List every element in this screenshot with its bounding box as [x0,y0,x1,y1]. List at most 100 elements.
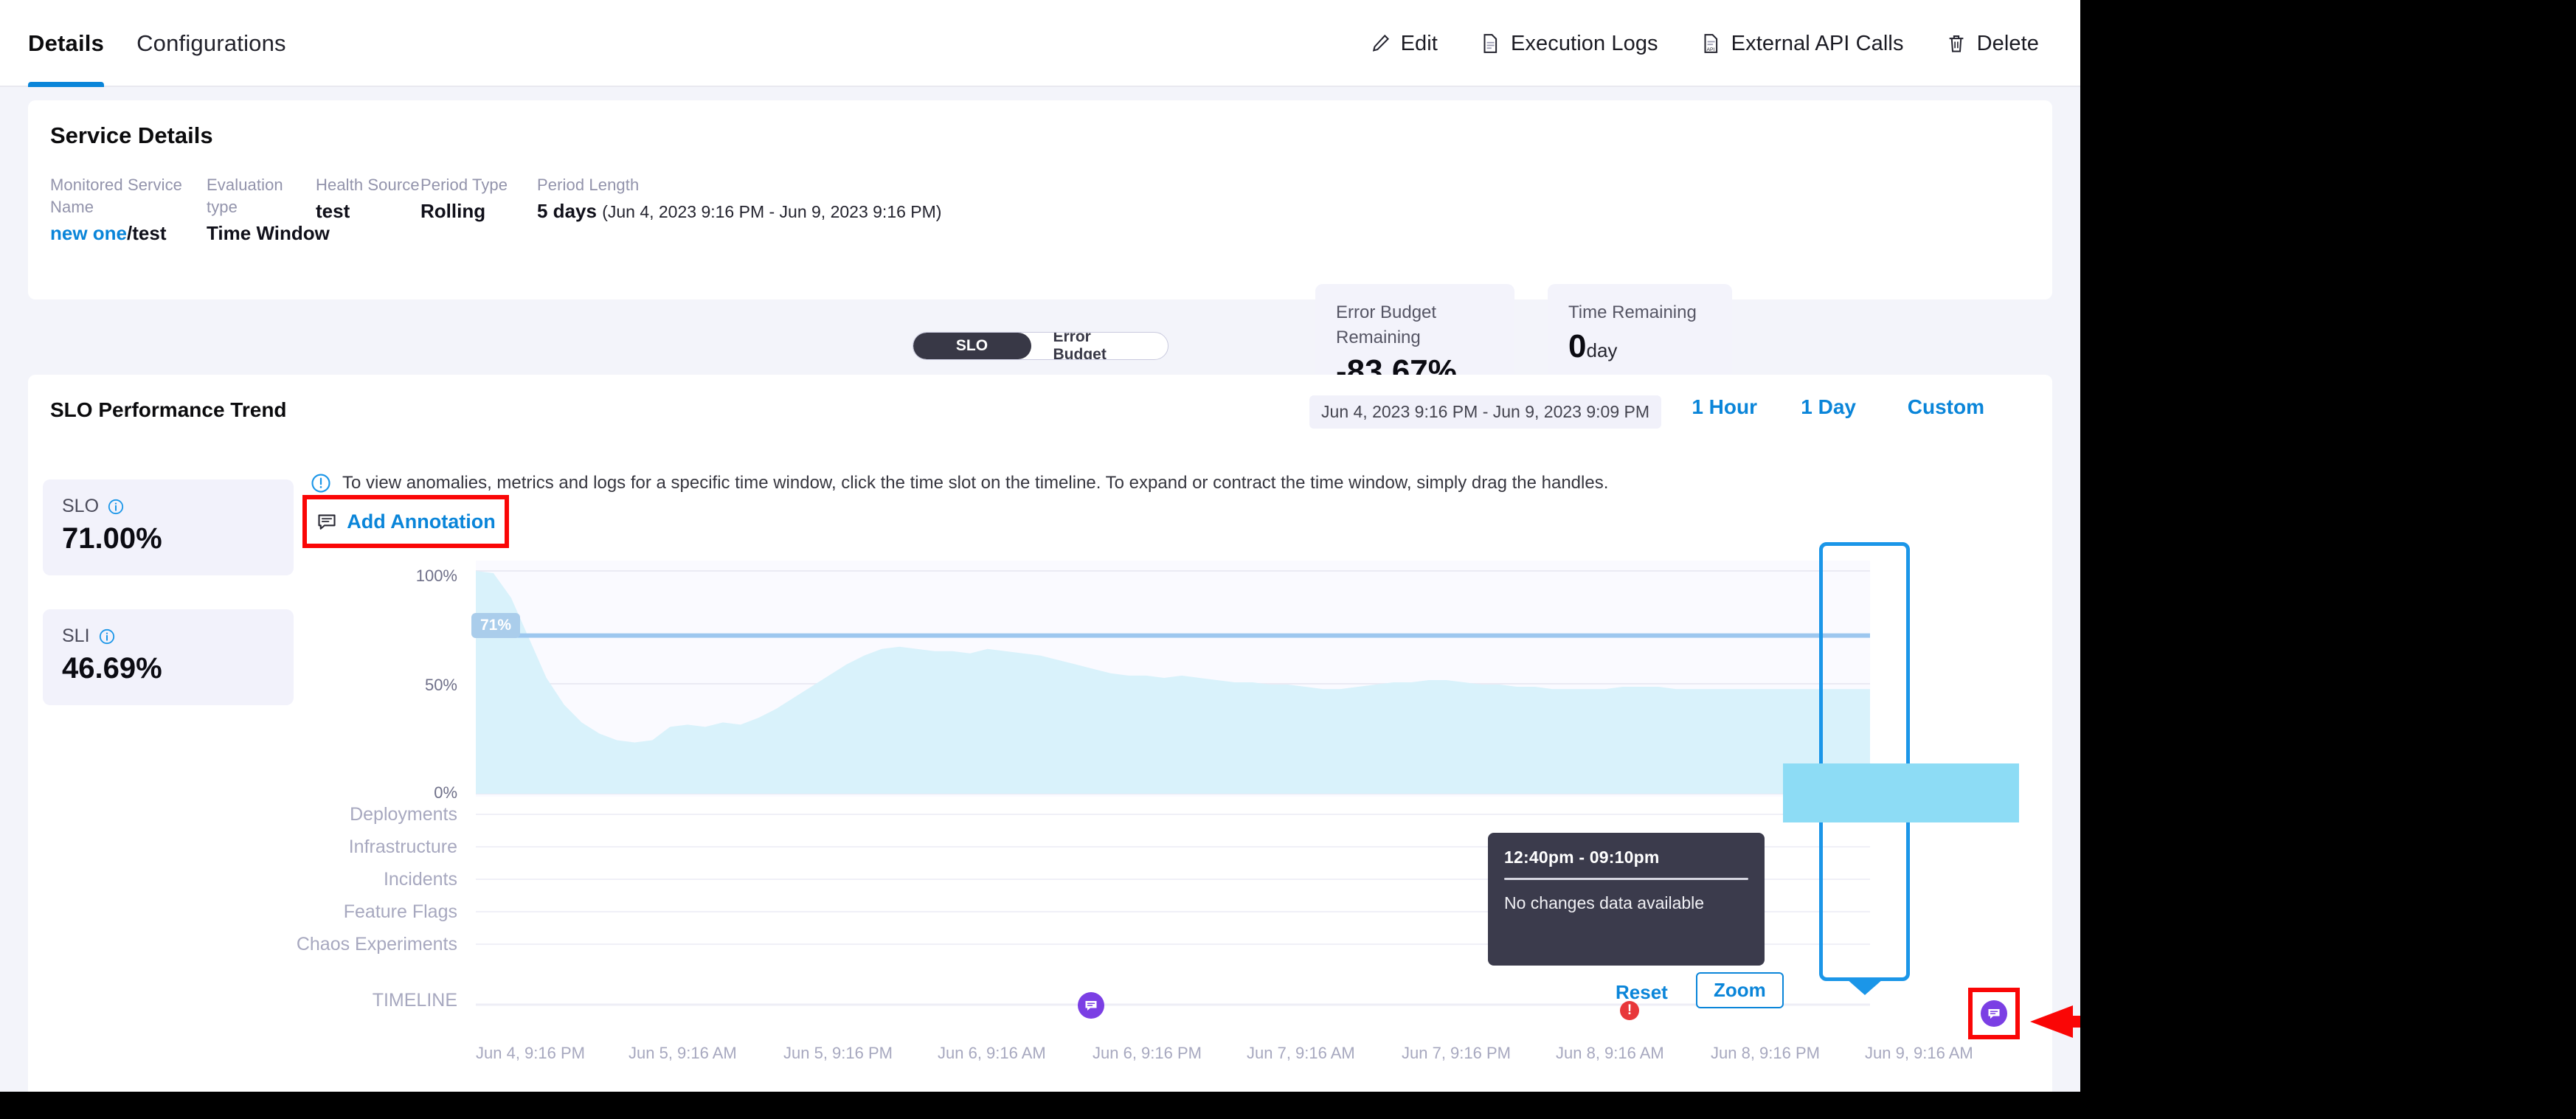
x-tick-5: Jun 7, 9:16 AM [1247,1044,1355,1063]
sli-metric-header: SLI [62,626,116,647]
field-value: Time Window [207,218,316,248]
slo-performance-area-chart[interactable] [476,561,1870,797]
pencil-icon [1369,32,1391,55]
info-icon[interactable] [98,628,116,645]
document-icon [1479,32,1501,55]
info-icon [310,472,332,494]
slo-metric-header: SLO [62,496,125,517]
svg-text:API: API [1706,47,1714,52]
tooltip-time-range: 12:40pm - 09:10pm [1504,848,1748,867]
period-length-value: 5 days [537,200,597,222]
field-label: Evaluation type [207,174,316,218]
x-tick-9: Jun 9, 9:16 AM [1865,1044,1973,1063]
toggle-option-error-budget[interactable]: Error Budget [1031,333,1168,359]
edit-button-label: Edit [1401,32,1438,56]
annotation-marker-right[interactable] [1981,1000,2007,1027]
service-details-card: Service Details Monitored Service Name n… [28,100,2052,299]
time-range-display[interactable]: Jun 4, 2023 9:16 PM - Jun 9, 2023 9:09 P… [1309,395,1661,429]
comment-icon [1985,1005,2003,1022]
row-label-infrastructure[interactable]: Infrastructure [349,836,457,858]
add-annotation-label: Add Annotation [347,510,495,533]
y-tick-0: 0% [398,783,457,803]
sli-metric-label: SLI [62,626,90,647]
field-label: Period Length [537,174,941,196]
incident-marker-label: ! [1627,1002,1632,1019]
trend-title: SLO Performance Trend [50,398,287,422]
field-label: Period Type [420,174,537,196]
tooltip-divider [1504,878,1748,880]
y-tick-100: 100% [398,567,457,586]
slo-threshold-badge-label: 71% [480,617,511,634]
time-window-brush-selection[interactable] [1819,542,1910,981]
timeline-hint-text: To view anomalies, metrics and logs for … [342,473,1608,493]
brush-pointer-triangle [1846,979,1883,995]
service-details-fields: Monitored Service Name new one/test Eval… [50,174,941,248]
timeline-hint: To view anomalies, metrics and logs for … [310,472,1608,494]
field-health-source: Health Source test [316,174,420,248]
x-tick-4: Jun 6, 9:16 PM [1093,1044,1202,1063]
x-tick-1: Jun 5, 9:16 AM [629,1044,737,1063]
range-button-1-hour[interactable]: 1 Hour [1692,395,1757,419]
toggle-option-error-budget-label: Error Budget [1053,332,1146,360]
slo-error-budget-toggle: SLO Error Budget [913,332,1168,360]
field-evaluation-type: Evaluation type Time Window [207,174,316,248]
row-label-deployments[interactable]: Deployments [350,804,457,825]
red-pointer-arrow [2029,1000,2080,1044]
reset-button[interactable]: Reset [1616,981,1668,1004]
row-label-chaos-experiments[interactable]: Chaos Experiments [297,934,457,955]
toggle-option-slo-label: SLO [956,337,988,355]
sli-metric-card: SLI 46.69% [43,609,294,705]
tab-details[interactable]: Details [28,0,104,87]
field-period-length: Period Length 5 days (Jun 4, 2023 9:16 P… [537,174,941,248]
delete-button[interactable]: Delete [1945,32,2039,56]
slo-metric-card: SLO 71.00% [43,479,294,575]
add-annotation-button[interactable]: Add Annotation [302,495,509,548]
row-label-incidents[interactable]: Incidents [384,869,457,890]
zoom-button[interactable]: Zoom [1696,972,1784,1008]
annotation-marker-highlight-box [1968,988,2020,1039]
row-label-feature-flags[interactable]: Feature Flags [344,901,457,923]
tab-details-label: Details [28,30,104,57]
tab-configurations-label: Configurations [136,30,286,57]
range-button-custom[interactable]: Custom [1908,395,1984,419]
x-tick-3: Jun 6, 9:16 AM [938,1044,1046,1063]
tab-configurations[interactable]: Configurations [136,0,286,87]
x-tick-7: Jun 8, 9:16 AM [1556,1044,1664,1063]
annotation-marker[interactable] [1078,992,1104,1019]
edit-button[interactable]: Edit [1369,32,1438,56]
slo-error-budget-toggle-wrap: SLO Error Budget [0,332,2080,360]
top-tab-bar: Details Configurations Edit Execution Lo… [0,0,2080,87]
slo-detail-page: Details Configurations Edit Execution Lo… [0,0,2080,1092]
page-actions-toolbar: Edit Execution Logs API External API Cal… [1369,0,2039,87]
slo-metric-value: 71.00% [62,522,162,555]
external-api-calls-button[interactable]: API External API Calls [1700,32,1904,56]
slo-threshold-badge: 71% [471,613,520,638]
field-value: 5 days (Jun 4, 2023 9:16 PM - Jun 9, 202… [537,196,941,226]
field-value: Rolling [420,196,537,226]
comment-icon [1082,997,1100,1014]
sli-metric-value: 46.69% [62,652,162,685]
monitored-service-suffix: /test [127,222,166,244]
brush-handle-left[interactable] [1784,763,1794,783]
y-tick-50: 50% [398,676,457,695]
timeline-tooltip: 12:40pm - 09:10pm No changes data availa… [1488,833,1765,966]
period-length-range: (Jun 4, 2023 9:16 PM - Jun 9, 2023 9:16 … [602,202,941,221]
range-button-1-day[interactable]: 1 Day [1801,395,1856,419]
service-details-title: Service Details [50,122,213,149]
field-label: Health Source [316,174,420,196]
field-label: Monitored Service Name [50,174,207,218]
field-period-type: Period Type Rolling [420,174,537,248]
x-tick-8: Jun 8, 9:16 PM [1711,1044,1820,1063]
tooltip-message: No changes data available [1504,893,1748,913]
toggle-option-slo[interactable]: SLO [913,333,1031,359]
field-value: new one/test [50,218,207,248]
field-monitored-service-name: Monitored Service Name new one/test [50,174,207,248]
x-tick-6: Jun 7, 9:16 PM [1402,1044,1511,1063]
x-tick-2: Jun 5, 9:16 PM [783,1044,893,1063]
monitored-service-link[interactable]: new one [50,222,127,244]
info-icon[interactable] [107,498,125,516]
execution-logs-button[interactable]: Execution Logs [1479,32,1658,56]
slo-metric-label: SLO [62,496,99,517]
comment-icon [316,510,338,533]
brush-handle-right[interactable] [1902,763,1912,783]
